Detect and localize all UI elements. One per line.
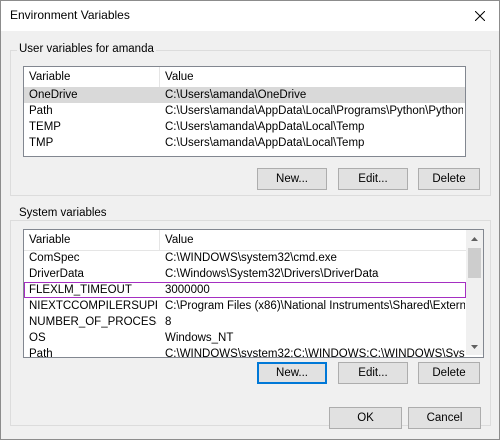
system-list-header: Variable Value xyxy=(24,230,466,251)
user-new-button[interactable]: New... xyxy=(257,168,327,190)
table-row[interactable]: TMP C:\Users\amanda\AppData\Local\Temp xyxy=(24,135,465,151)
variable-value: C:\Windows\System32\Drivers\DriverData xyxy=(165,268,379,280)
variable-value: C:\Users\amanda\AppData\Local\Temp xyxy=(165,121,365,133)
user-list-header: Variable Value xyxy=(24,67,465,88)
variable-name: NUMBER_OF_PROCESSORS xyxy=(29,316,157,328)
scroll-up-button[interactable] xyxy=(466,230,483,247)
variable-value: C:\WINDOWS\system32;C:\WINDOWS;C:\WINDOW… xyxy=(165,348,465,358)
dialog-title: Environment Variables xyxy=(10,8,130,22)
environment-variables-dialog: Environment Variables User variables for… xyxy=(0,0,500,440)
chevron-down-icon xyxy=(471,344,478,349)
dialog-body: User variables for amanda Variable Value… xyxy=(1,31,499,439)
scroll-thumb[interactable] xyxy=(468,248,481,278)
table-row[interactable]: NIEXTCCOMPILERSUPP C:\Program Files (x86… xyxy=(24,298,466,314)
variable-value: C:\Program Files (x86)\National Instrume… xyxy=(165,300,465,312)
chevron-up-icon xyxy=(471,236,478,241)
table-row[interactable]: Path C:\WINDOWS\system32;C:\WINDOWS;C:\W… xyxy=(24,346,466,358)
table-row[interactable]: ComSpec C:\WINDOWS\system32\cmd.exe xyxy=(24,250,466,266)
system-new-button[interactable]: New... xyxy=(257,362,327,384)
ok-button[interactable]: OK xyxy=(329,407,402,429)
close-icon xyxy=(475,11,485,21)
variable-name: DriverData xyxy=(29,268,84,280)
user-variables-label: User variables for amanda xyxy=(17,43,156,55)
table-row[interactable]: OS Windows_NT xyxy=(24,330,466,346)
variable-name: TEMP xyxy=(29,121,61,133)
variable-name: NIEXTCCOMPILERSUPP xyxy=(29,300,157,312)
user-delete-button[interactable]: Delete xyxy=(418,168,480,190)
column-header-variable[interactable]: Variable xyxy=(24,67,160,87)
system-edit-button[interactable]: Edit... xyxy=(338,362,408,384)
variable-value: C:\WINDOWS\system32\cmd.exe xyxy=(165,252,337,264)
variable-name: OS xyxy=(29,332,46,344)
table-row-focused[interactable]: FLEXLM_TIMEOUT 3000000 xyxy=(24,282,466,298)
system-list-scrollbar[interactable] xyxy=(466,230,483,355)
variable-value: C:\Users\amanda\AppData\Local\Programs\P… xyxy=(165,105,463,117)
system-delete-button[interactable]: Delete xyxy=(418,362,480,384)
variable-name: TMP xyxy=(29,137,54,149)
user-edit-button[interactable]: Edit... xyxy=(338,168,408,190)
variable-value: C:\Users\amanda\OneDrive xyxy=(165,89,307,101)
variable-value: 3000000 xyxy=(165,284,210,296)
table-row[interactable]: TEMP C:\Users\amanda\AppData\Local\Temp xyxy=(24,119,465,135)
variable-name: FLEXLM_TIMEOUT xyxy=(29,284,132,296)
system-variables-label: System variables xyxy=(17,207,109,219)
variable-value: 8 xyxy=(165,316,172,328)
table-row[interactable]: NUMBER_OF_PROCESSORS 8 xyxy=(24,314,466,330)
variable-name: Path xyxy=(29,105,53,117)
column-header-variable[interactable]: Variable xyxy=(24,230,160,250)
column-header-value[interactable]: Value xyxy=(160,67,465,87)
variable-value: C:\Users\amanda\AppData\Local\Temp xyxy=(165,137,365,149)
scroll-down-button[interactable] xyxy=(466,338,483,355)
variable-value: Windows_NT xyxy=(165,332,234,344)
variable-name: Path xyxy=(29,348,53,358)
user-variables-list[interactable]: Variable Value OneDrive C:\Users\amanda\… xyxy=(23,66,466,157)
close-button[interactable] xyxy=(461,1,499,31)
variable-name: OneDrive xyxy=(29,89,78,101)
table-row[interactable]: Path C:\Users\amanda\AppData\Local\Progr… xyxy=(24,103,465,119)
cancel-button[interactable]: Cancel xyxy=(408,407,481,429)
table-row[interactable]: DriverData C:\Windows\System32\Drivers\D… xyxy=(24,266,466,282)
table-row[interactable]: OneDrive C:\Users\amanda\OneDrive xyxy=(24,87,465,103)
system-variables-list[interactable]: Variable Value ComSpec C:\WINDOWS\system… xyxy=(23,229,484,358)
variable-name: ComSpec xyxy=(29,252,80,264)
title-bar: Environment Variables xyxy=(1,1,499,31)
column-header-value[interactable]: Value xyxy=(160,230,466,250)
